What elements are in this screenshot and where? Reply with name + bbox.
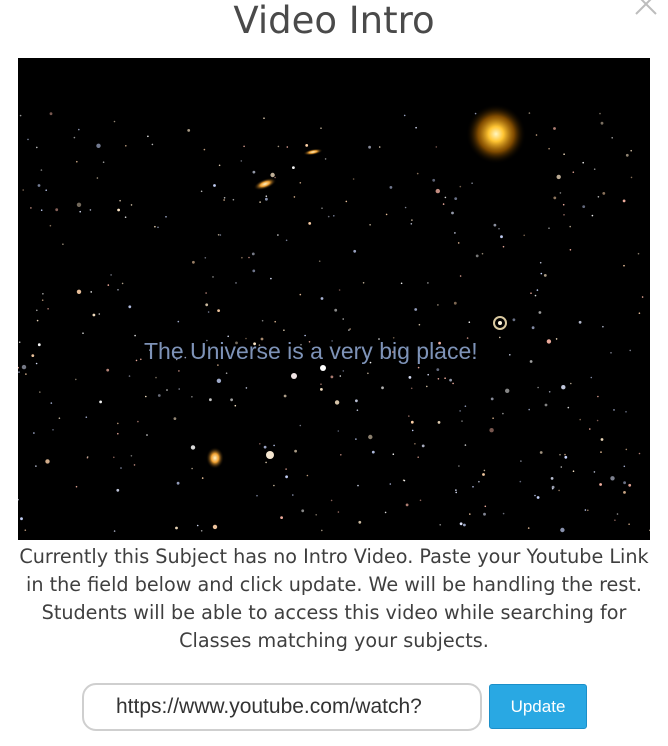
video-player[interactable]: The Universe is a very big place! (18, 58, 650, 540)
close-icon (635, 0, 657, 15)
intro-description: Currently this Subject has no Intro Vide… (19, 545, 649, 652)
starfield-image (18, 58, 650, 540)
close-button[interactable] (632, 0, 660, 18)
youtube-link-input[interactable] (82, 683, 482, 731)
modal-title: Video Intro (233, 0, 435, 42)
update-button[interactable]: Update (489, 684, 587, 729)
video-caption: The Universe is a very big place! (144, 338, 478, 364)
video-intro-modal: Video Intro The Universe is a very big p… (0, 0, 668, 746)
